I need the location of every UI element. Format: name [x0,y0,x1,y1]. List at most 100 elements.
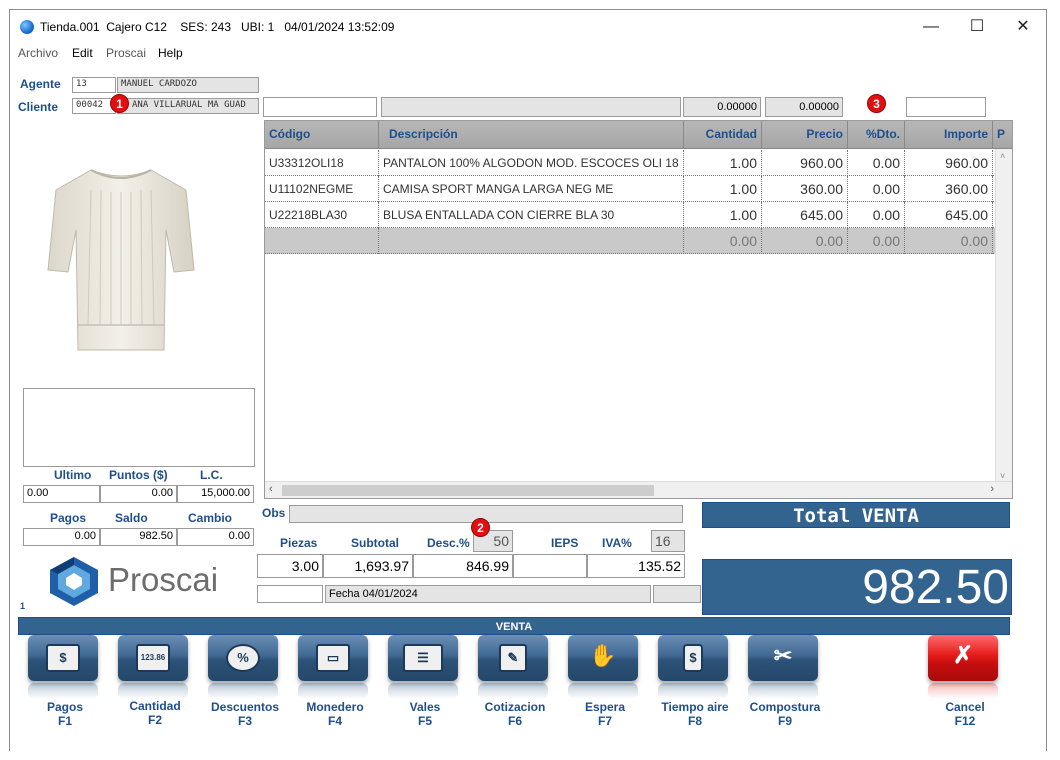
piezas-label: Piezas [280,536,318,550]
f3-descuentos-button[interactable]: % Descuentos F3 [200,629,280,759]
product-code-input[interactable] [263,97,377,117]
extra-field [653,585,701,603]
table-row[interactable]: U22218BLA30 BLUSA ENTALLADA CON CIERRE B… [265,202,1012,228]
maximize-button[interactable]: ☐ [961,15,993,39]
cell-dto: 0.00 [848,202,905,228]
agente-label: Agente [20,77,61,91]
f2-button-face[interactable]: 123.86 [118,635,188,681]
f5-vales-button[interactable]: ☰ Vales F5 [380,629,460,759]
f12-key: F12 [954,714,976,728]
lc-label: L.C. [200,468,223,482]
percent-icon: % [226,644,260,672]
voucher-icon: ☰ [403,644,443,672]
scroll-up-icon[interactable]: ˄ [1000,151,1005,161]
f9-label: Compostura [749,700,821,714]
table-row[interactable]: U11102NEGME CAMISA SPORT MANGA LARGA NEG… [265,176,1012,202]
callout-badge-2: 2 [471,518,490,537]
proscai-logo-icon [50,557,98,606]
total-venta-value: 982.50 [702,559,1012,615]
cash-icon: $ [46,644,80,672]
col-cantidad[interactable]: Cantidad [684,121,762,149]
cell-cantidad: 1.00 [684,176,762,202]
col-descripcion[interactable]: Descripción [379,121,684,149]
menu-archivo[interactable]: Archivo [18,46,58,60]
f6-cotizacion-button[interactable]: ✎ Cotizacion F6 [470,629,550,759]
callout-badge-3: 3 [867,94,886,113]
close-button[interactable]: ✕ [1007,15,1039,39]
f7-espera-button[interactable]: ✋ Espera F7 [560,629,640,759]
cell-importe: 360.00 [905,176,993,202]
menu-help[interactable]: Help [158,46,183,60]
f5-key: F5 [417,714,432,728]
piezas-field: 3.00 [257,554,323,578]
f2-label: Cantidad [129,699,181,713]
col-precio[interactable]: Precio [762,121,848,149]
f6-key: F6 [507,714,522,728]
f1-key: F1 [57,714,72,728]
f8-button-face[interactable]: $ [658,635,728,681]
table-row-empty[interactable]: 0.00 0.00 0.00 0.00 [265,228,1012,254]
f9-button-face[interactable]: ✂ [748,635,818,681]
f12-button-face[interactable]: ✗ [928,635,998,681]
f4-button-face[interactable]: ▭ [298,635,368,681]
f2-key: F2 [147,713,162,727]
col-p[interactable]: P [993,121,1012,149]
f12-cancel-button[interactable]: ✗ Cancel F12 [920,629,1000,759]
col-importe[interactable]: Importe [905,121,993,149]
callout-badge-1: 1 [110,94,129,113]
f8-tiempo-aire-button[interactable]: $ Tiempo aire F8 [650,629,730,759]
entry-discount-input[interactable] [906,97,986,117]
iva-pct-field[interactable]: 16 [651,530,685,552]
iva-field: 135.52 [587,554,685,578]
menu-proscai[interactable]: Proscai [106,46,146,60]
ieps-label: IEPS [551,536,579,550]
scroll-right-icon[interactable]: › [990,483,994,495]
subtotal-label: Subtotal [351,536,399,550]
table-row[interactable]: U33312OLI18 PANTALON 100% ALGODON MOD. E… [265,150,1012,176]
grid-horizontal-scrollbar[interactable]: ‹ › [265,481,1012,498]
scroll-left-icon[interactable]: ‹ [269,483,273,495]
menu-edit[interactable]: Edit [72,46,93,60]
f5-button-face[interactable]: ☰ [388,635,458,681]
f6-button-face[interactable]: ✎ [478,635,548,681]
sweater-illustration [47,169,195,351]
cliente-name-field: ANA VILLARUAL MA GUAD [117,98,259,114]
agente-code-field[interactable]: 13 [72,77,116,93]
puntos-label: Puntos ($) [109,468,168,482]
cell-descripcion: CAMISA SPORT MANGA LARGA NEG ME [379,176,684,202]
window-title: Tienda.001 Cajero C12 SES: 243 UBI: 1 04… [40,20,395,34]
items-grid[interactable]: Código Descripción Cantidad Precio %Dto.… [264,120,1013,499]
horizontal-scroll-thumb[interactable] [282,485,654,496]
cell-precio: 960.00 [762,150,848,176]
scroll-down-icon[interactable]: ˅ [1000,471,1005,481]
f1-pagos-button[interactable]: $ Pagos F1 [20,629,100,759]
product-description-field [381,97,681,117]
f3-button-face[interactable]: % [208,635,278,681]
col-codigo[interactable]: Código [265,121,379,149]
cell-descripcion: PANTALON 100% ALGODON MOD. ESCOCES OLI 1… [379,150,684,176]
proscai-logo-text: Proscai [108,561,219,598]
f8-key: F8 [687,714,702,728]
cell-codigo: U11102NEGME [265,176,379,202]
f4-monedero-button[interactable]: ▭ Monedero F4 [290,629,370,759]
f7-button-face[interactable]: ✋ [568,635,638,681]
cell-precio: 0.00 [762,228,848,254]
f9-compostura-button[interactable]: ✂ Compostura F9 [740,629,820,759]
menu-bar: Archivo Edit Proscai Help [10,44,1046,64]
entry-quantity-field[interactable]: 0.00000 [683,97,761,117]
col-dto[interactable]: %Dto. [848,121,905,149]
cell-cantidad: 0.00 [684,228,762,254]
minimize-button[interactable]: — [915,15,947,39]
edit-document-icon: ✎ [499,644,527,672]
session-number: 1 [20,601,26,611]
cell-importe: 960.00 [905,150,993,176]
obs-label: Obs [262,506,286,520]
cell-cantidad: 1.00 [684,202,762,228]
cancel-x-icon: ✗ [952,642,974,669]
f2-cantidad-button[interactable]: 123.86 Cantidad F2 [110,629,190,759]
f1-button-face[interactable]: $ [28,635,98,681]
f6-label: Cotizacion [484,700,546,714]
grid-vertical-scrollbar[interactable]: ˄ ˅ [995,149,1012,483]
entry-price-field[interactable]: 0.00000 [765,97,843,117]
hand-stop-icon: ✋ [589,643,617,668]
